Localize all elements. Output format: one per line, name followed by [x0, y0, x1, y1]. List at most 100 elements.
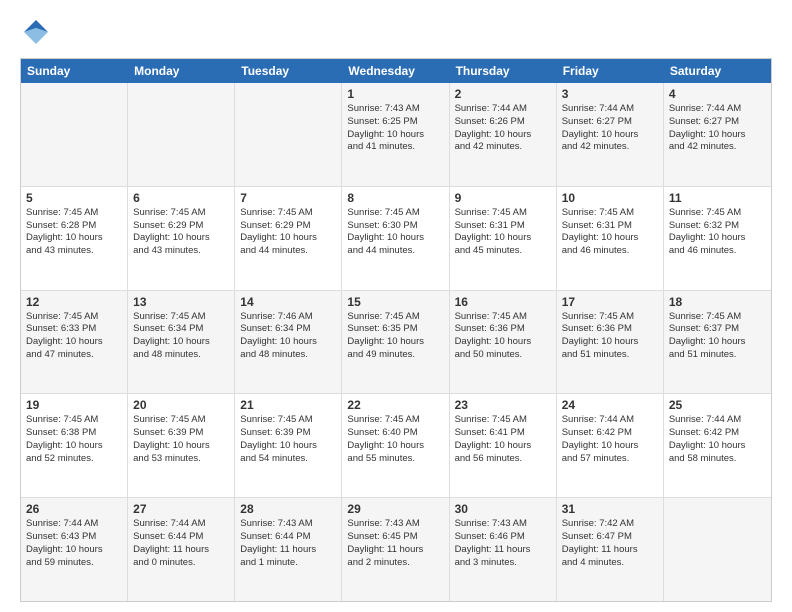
calendar-row-1: 5Sunrise: 7:45 AMSunset: 6:28 PMDaylight…: [21, 187, 771, 291]
cell-info-line: and 46 minutes.: [562, 245, 658, 258]
cell-info-line: Daylight: 10 hours: [347, 232, 443, 245]
calendar-cell-16: 16Sunrise: 7:45 AMSunset: 6:36 PMDayligh…: [450, 291, 557, 394]
calendar-cell-26: 26Sunrise: 7:44 AMSunset: 6:43 PMDayligh…: [21, 498, 128, 601]
cell-info-line: Sunrise: 7:45 AM: [26, 414, 122, 427]
cell-info-line: Daylight: 10 hours: [455, 129, 551, 142]
calendar-cell-27: 27Sunrise: 7:44 AMSunset: 6:44 PMDayligh…: [128, 498, 235, 601]
calendar-cell-6: 6Sunrise: 7:45 AMSunset: 6:29 PMDaylight…: [128, 187, 235, 290]
cell-info-line: and 57 minutes.: [562, 453, 658, 466]
calendar: SundayMondayTuesdayWednesdayThursdayFrid…: [20, 58, 772, 602]
calendar-cell-10: 10Sunrise: 7:45 AMSunset: 6:31 PMDayligh…: [557, 187, 664, 290]
cell-info-line: and 52 minutes.: [26, 453, 122, 466]
calendar-cell-20: 20Sunrise: 7:45 AMSunset: 6:39 PMDayligh…: [128, 394, 235, 497]
cell-info-line: Sunrise: 7:44 AM: [669, 103, 766, 116]
calendar-cell-empty-2: [235, 83, 342, 186]
cell-info-line: Sunset: 6:40 PM: [347, 427, 443, 440]
cell-info-line: and 51 minutes.: [562, 349, 658, 362]
day-number: 30: [455, 502, 551, 516]
day-number: 29: [347, 502, 443, 516]
logo: [20, 16, 56, 48]
cell-info-line: Sunrise: 7:45 AM: [455, 207, 551, 220]
cell-info-line: Daylight: 10 hours: [133, 440, 229, 453]
cell-info-line: Sunset: 6:33 PM: [26, 323, 122, 336]
cell-info-line: Sunset: 6:44 PM: [240, 531, 336, 544]
cell-info-line: Sunrise: 7:45 AM: [26, 311, 122, 324]
cell-info-line: Daylight: 10 hours: [133, 232, 229, 245]
cell-info-line: Sunrise: 7:45 AM: [26, 207, 122, 220]
cell-info-line: Sunrise: 7:45 AM: [133, 207, 229, 220]
calendar-cell-empty-6: [664, 498, 771, 601]
header-day-saturday: Saturday: [664, 59, 771, 83]
cell-info-line: Sunrise: 7:45 AM: [669, 311, 766, 324]
cell-info-line: Sunset: 6:32 PM: [669, 220, 766, 233]
calendar-row-2: 12Sunrise: 7:45 AMSunset: 6:33 PMDayligh…: [21, 291, 771, 395]
cell-info-line: Sunset: 6:30 PM: [347, 220, 443, 233]
cell-info-line: Sunset: 6:37 PM: [669, 323, 766, 336]
calendar-cell-empty-1: [128, 83, 235, 186]
calendar-cell-19: 19Sunrise: 7:45 AMSunset: 6:38 PMDayligh…: [21, 394, 128, 497]
calendar-cell-28: 28Sunrise: 7:43 AMSunset: 6:44 PMDayligh…: [235, 498, 342, 601]
cell-info-line: and 54 minutes.: [240, 453, 336, 466]
cell-info-line: Sunrise: 7:45 AM: [562, 311, 658, 324]
day-number: 31: [562, 502, 658, 516]
calendar-cell-31: 31Sunrise: 7:42 AMSunset: 6:47 PMDayligh…: [557, 498, 664, 601]
calendar-cell-empty-0: [21, 83, 128, 186]
header-day-monday: Monday: [128, 59, 235, 83]
day-number: 23: [455, 398, 551, 412]
cell-info-line: Sunset: 6:39 PM: [240, 427, 336, 440]
cell-info-line: and 59 minutes.: [26, 557, 122, 570]
cell-info-line: and 2 minutes.: [347, 557, 443, 570]
header-day-friday: Friday: [557, 59, 664, 83]
header: [20, 16, 772, 48]
cell-info-line: Daylight: 10 hours: [26, 232, 122, 245]
cell-info-line: Daylight: 11 hours: [133, 544, 229, 557]
cell-info-line: Sunset: 6:31 PM: [455, 220, 551, 233]
cell-info-line: Daylight: 10 hours: [240, 232, 336, 245]
cell-info-line: Sunset: 6:45 PM: [347, 531, 443, 544]
header-day-tuesday: Tuesday: [235, 59, 342, 83]
calendar-cell-9: 9Sunrise: 7:45 AMSunset: 6:31 PMDaylight…: [450, 187, 557, 290]
cell-info-line: Sunset: 6:46 PM: [455, 531, 551, 544]
day-number: 10: [562, 191, 658, 205]
calendar-cell-24: 24Sunrise: 7:44 AMSunset: 6:42 PMDayligh…: [557, 394, 664, 497]
day-number: 13: [133, 295, 229, 309]
calendar-cell-30: 30Sunrise: 7:43 AMSunset: 6:46 PMDayligh…: [450, 498, 557, 601]
cell-info-line: Daylight: 10 hours: [562, 336, 658, 349]
cell-info-line: and 43 minutes.: [26, 245, 122, 258]
cell-info-line: Daylight: 10 hours: [455, 336, 551, 349]
cell-info-line: Sunset: 6:35 PM: [347, 323, 443, 336]
cell-info-line: Sunrise: 7:44 AM: [133, 518, 229, 531]
calendar-cell-12: 12 Sunrise: 7:45 AMSunset: 6:33 PMDayligh…: [21, 291, 128, 394]
day-number: 4: [669, 87, 766, 101]
cell-info-line: Sunrise: 7:44 AM: [669, 414, 766, 427]
cell-info-line: Sunset: 6:41 PM: [455, 427, 551, 440]
cell-info-line: and 43 minutes.: [133, 245, 229, 258]
cell-info-line: and 48 minutes.: [240, 349, 336, 362]
cell-info-line: Sunset: 6:31 PM: [562, 220, 658, 233]
calendar-row-4: 26Sunrise: 7:44 AMSunset: 6:43 PMDayligh…: [21, 498, 771, 601]
day-number: 12: [26, 295, 122, 309]
calendar-row-0: 1Sunrise: 7:43 AMSunset: 6:25 PMDaylight…: [21, 83, 771, 187]
calendar-cell-3: 3Sunrise: 7:44 AMSunset: 6:27 PMDaylight…: [557, 83, 664, 186]
cell-info-line: Daylight: 10 hours: [26, 336, 122, 349]
cell-info-line: Daylight: 10 hours: [240, 440, 336, 453]
calendar-cell-13: 13Sunrise: 7:45 AMSunset: 6:34 PMDayligh…: [128, 291, 235, 394]
cell-info-line: Sunset: 6:27 PM: [669, 116, 766, 129]
cell-info-line: Sunrise: 7:46 AM: [240, 311, 336, 324]
calendar-cell-17: 17 Sunrise: 7:45 AMSunset: 6:36 PMDayligh…: [557, 291, 664, 394]
cell-info-line: and 44 minutes.: [347, 245, 443, 258]
cell-info-line: and 3 minutes.: [455, 557, 551, 570]
cell-info-line: and 50 minutes.: [455, 349, 551, 362]
cell-info-line: and 45 minutes.: [455, 245, 551, 258]
cell-info-line: Sunrise: 7:44 AM: [562, 414, 658, 427]
cell-info-line: Daylight: 11 hours: [347, 544, 443, 557]
cell-info-line: Sunset: 6:36 PM: [455, 323, 551, 336]
day-number: 15: [347, 295, 443, 309]
day-number: 18: [669, 295, 766, 309]
cell-info-line: Sunrise: 7:45 AM: [455, 414, 551, 427]
day-number: 17: [562, 295, 658, 309]
cell-info-line: Sunset: 6:36 PM: [562, 323, 658, 336]
cell-info-line: Sunrise: 7:45 AM: [347, 311, 443, 324]
cell-info-line: Sunrise: 7:45 AM: [562, 207, 658, 220]
cell-info-line: Daylight: 11 hours: [562, 544, 658, 557]
